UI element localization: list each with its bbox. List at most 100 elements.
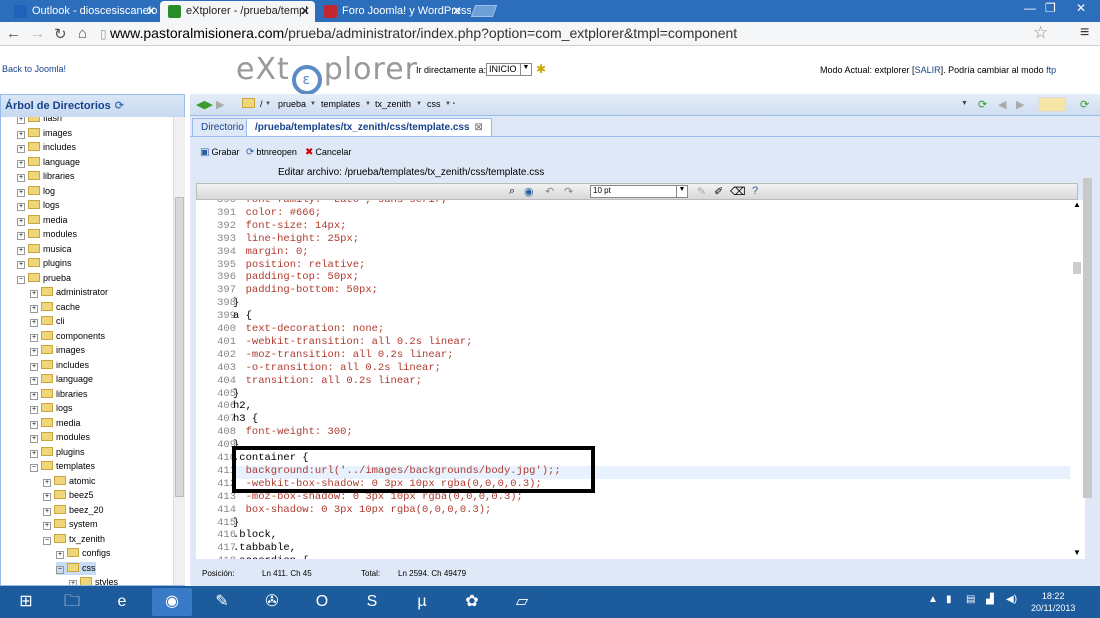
ftp-mode-link[interactable]: ftp xyxy=(1046,65,1056,75)
reload-tree-icon[interactable]: ⟳ xyxy=(1080,98,1089,111)
tree-item[interactable]: + musica xyxy=(17,243,72,256)
expand-icon[interactable]: + xyxy=(30,304,38,313)
tree-item[interactable]: + media xyxy=(30,417,81,430)
start-button[interactable]: ⊞ xyxy=(6,588,46,616)
go-to-select[interactable]: INICIO ▼ xyxy=(486,63,532,76)
close-icon[interactable]: ✕ xyxy=(146,4,156,18)
expand-icon[interactable]: + xyxy=(17,145,25,153)
expand-icon[interactable]: + xyxy=(17,261,25,269)
tree-item[interactable]: + system xyxy=(43,518,98,531)
tree-item[interactable]: − css xyxy=(56,561,96,575)
nav-back-icon[interactable]: ◀▶ xyxy=(196,98,213,111)
crumb-tx-zenith[interactable]: tx_zenith xyxy=(375,99,411,109)
outlook-app-icon[interactable]: O xyxy=(302,588,342,616)
tree-item[interactable]: + beez5 xyxy=(43,489,94,502)
tree-item[interactable]: + media xyxy=(17,214,68,227)
code-editor[interactable]: 390 font-family: 'Lato', sans-serif; 391 … xyxy=(196,200,1070,559)
back-icon[interactable]: ◀ xyxy=(998,98,1006,111)
tree-item[interactable]: + administrator xyxy=(30,286,108,299)
expand-icon[interactable]: + xyxy=(17,117,25,124)
tree-item[interactable]: + cli xyxy=(30,315,65,328)
internet-explorer-icon[interactable]: e xyxy=(102,588,142,616)
skype-icon[interactable]: S xyxy=(352,588,392,616)
favorite-star-icon[interactable]: ✱ xyxy=(536,62,546,76)
tree-item[interactable]: + language xyxy=(30,373,93,386)
tree-item[interactable]: + cache xyxy=(30,301,80,314)
expand-icon[interactable]: + xyxy=(30,290,38,298)
expand-icon[interactable]: + xyxy=(17,217,25,226)
tab-directory[interactable]: Directorio xyxy=(192,118,253,136)
reload-icon[interactable]: ↻ xyxy=(54,25,67,43)
clock[interactable]: 18:22 20/11/2013 xyxy=(1031,590,1075,614)
tree-item[interactable]: + images xyxy=(17,127,72,140)
tree-item[interactable]: + log xyxy=(17,185,55,198)
tree-item[interactable]: + modules xyxy=(30,431,90,444)
new-folder-icon[interactable] xyxy=(1038,97,1066,112)
browser-tab-joomla-forum[interactable]: Foro Joomla! y WordPress ✕ xyxy=(316,1,471,22)
help-icon[interactable]: ? xyxy=(752,185,758,197)
close-icon[interactable]: ✕ xyxy=(452,4,462,18)
browser-tab-extplorer[interactable]: eXtplorer - /prueba/templ ✕ xyxy=(160,1,315,22)
browser-tab-outlook[interactable]: Outlook - dioscesiscanelo ✕ xyxy=(6,1,161,22)
tree-item[interactable]: + logs xyxy=(30,402,73,415)
tree-item[interactable]: − prueba xyxy=(17,272,71,285)
expand-icon[interactable]: + xyxy=(17,174,25,182)
picasa-icon[interactable]: ✿ xyxy=(452,588,492,616)
tree-item[interactable]: + libraries xyxy=(30,388,88,401)
expand-icon[interactable]: + xyxy=(30,449,38,458)
save-button[interactable]: ▣ Grabar xyxy=(200,147,239,158)
tree-item[interactable]: + plugins xyxy=(17,257,72,270)
crumb-templates[interactable]: templates xyxy=(321,99,360,109)
search-icon[interactable]: ⌕ xyxy=(509,185,515,198)
refresh-icon[interactable]: ⟳ xyxy=(115,100,124,112)
window-close-icon[interactable]: ✕ xyxy=(1076,1,1086,15)
font-size-select[interactable]: 10 pt ▼ xyxy=(590,185,688,198)
tree-item[interactable]: + modules xyxy=(17,228,77,241)
expand-icon[interactable]: + xyxy=(30,406,38,414)
collapse-icon[interactable]: − xyxy=(17,275,25,284)
back-arrow-icon[interactable]: ← xyxy=(6,25,21,42)
back-to-joomla-link[interactable]: Back to Joomla! xyxy=(2,64,66,74)
tree-item[interactable]: − templates xyxy=(30,460,95,473)
collapse-icon[interactable]: − xyxy=(56,565,64,574)
expand-icon[interactable]: + xyxy=(17,246,25,255)
expand-icon[interactable]: + xyxy=(30,391,38,400)
pane-scrollbar[interactable] xyxy=(1080,166,1094,579)
tray-expand-icon[interactable]: ▲ xyxy=(928,594,938,605)
app-icon[interactable]: ▱ xyxy=(502,588,542,616)
new-tab-button[interactable] xyxy=(470,5,498,17)
expand-icon[interactable]: + xyxy=(69,580,77,585)
expand-icon[interactable]: + xyxy=(17,159,25,168)
volume-icon[interactable]: ◀) xyxy=(1006,594,1017,605)
crumb-root[interactable]: / xyxy=(260,99,263,109)
highlight-icon[interactable]: ✎ xyxy=(697,185,706,198)
scroll-thumb[interactable] xyxy=(1083,178,1092,498)
tree-item[interactable]: + configs xyxy=(56,547,111,560)
tree-item[interactable]: + plugins xyxy=(30,446,85,459)
wordwrap-icon[interactable]: ✐ xyxy=(714,185,723,198)
collapse-icon[interactable]: − xyxy=(43,536,51,545)
expand-icon[interactable]: + xyxy=(17,130,25,139)
logout-link[interactable]: SALIR xyxy=(915,65,941,75)
expand-icon[interactable]: + xyxy=(30,362,38,371)
expand-icon[interactable]: + xyxy=(30,333,38,342)
file-explorer-icon[interactable]: 🗀 xyxy=(52,588,92,616)
redo-icon[interactable]: ↷ xyxy=(564,185,573,198)
network-icon[interactable]: ▤ xyxy=(966,594,975,605)
expand-icon[interactable]: + xyxy=(30,377,38,385)
minimize-icon[interactable]: — xyxy=(1024,1,1036,15)
tools-app-icon[interactable]: ✇ xyxy=(252,588,292,616)
tree-item[interactable]: + components xyxy=(30,330,105,343)
expand-icon[interactable]: + xyxy=(43,507,51,516)
reset-icon[interactable]: ⌫ xyxy=(730,185,746,198)
collapse-icon[interactable]: − xyxy=(30,464,38,472)
expand-icon[interactable]: + xyxy=(43,478,51,487)
tree-item[interactable]: + libraries xyxy=(17,170,75,183)
scroll-thumb[interactable] xyxy=(175,197,184,497)
expand-icon[interactable]: + xyxy=(17,188,25,197)
tray-app-icon[interactable]: ▮ xyxy=(946,594,952,605)
expand-icon[interactable]: + xyxy=(56,551,64,559)
tree-item[interactable]: + styles xyxy=(69,576,118,585)
home-icon[interactable]: ⌂ xyxy=(78,25,87,42)
crumb-prueba[interactable]: prueba xyxy=(278,99,306,109)
